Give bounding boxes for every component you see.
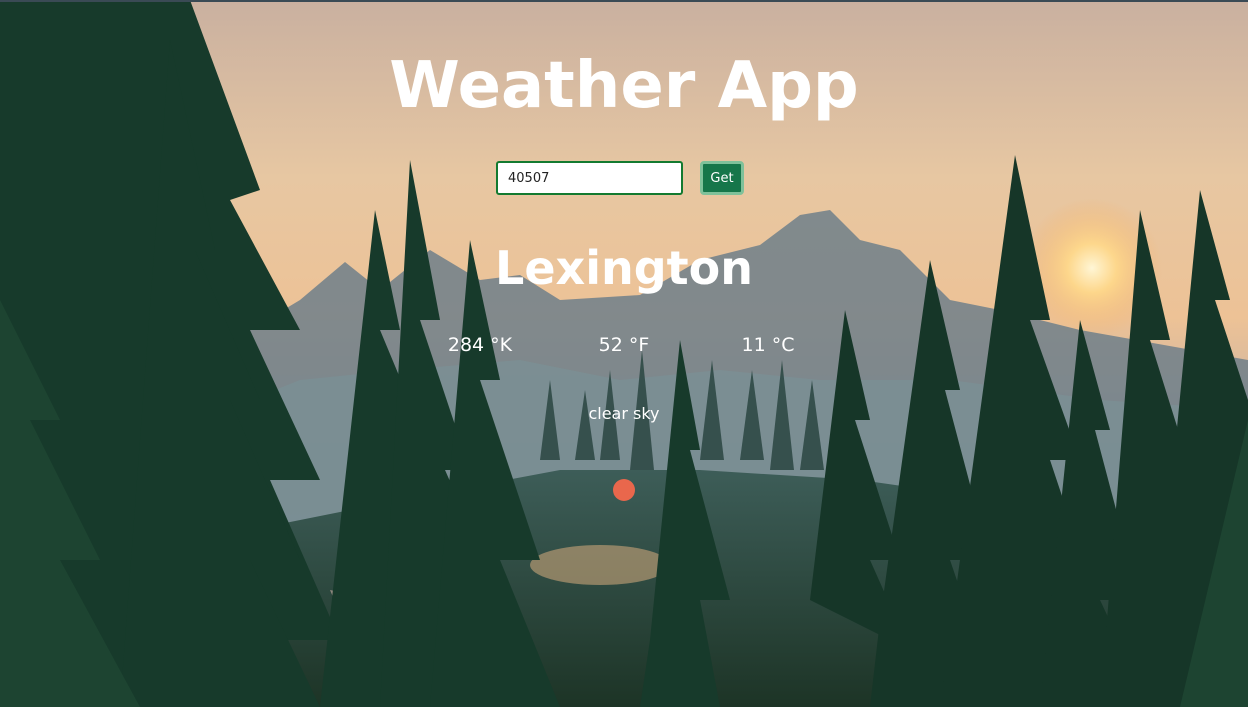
zip-code-input[interactable] (496, 161, 683, 195)
temperature-celsius: 11 °C (741, 334, 795, 356)
zip-search-form: Get (496, 161, 748, 197)
weather-description: clear sky (588, 404, 660, 423)
weather-status-dot-icon (613, 479, 635, 501)
weather-page: Weather App Get Lexington 284 °K 52 °F 1… (0, 0, 1248, 707)
city-name: Lexington (495, 241, 753, 295)
weather-content: Weather App Get Lexington 284 °K 52 °F 1… (0, 0, 1248, 707)
temperature-kelvin: 284 °K (447, 334, 513, 356)
temperature-fahrenheit: 52 °F (598, 334, 650, 356)
page-title: Weather App (389, 49, 859, 123)
get-weather-button[interactable]: Get (700, 161, 744, 195)
